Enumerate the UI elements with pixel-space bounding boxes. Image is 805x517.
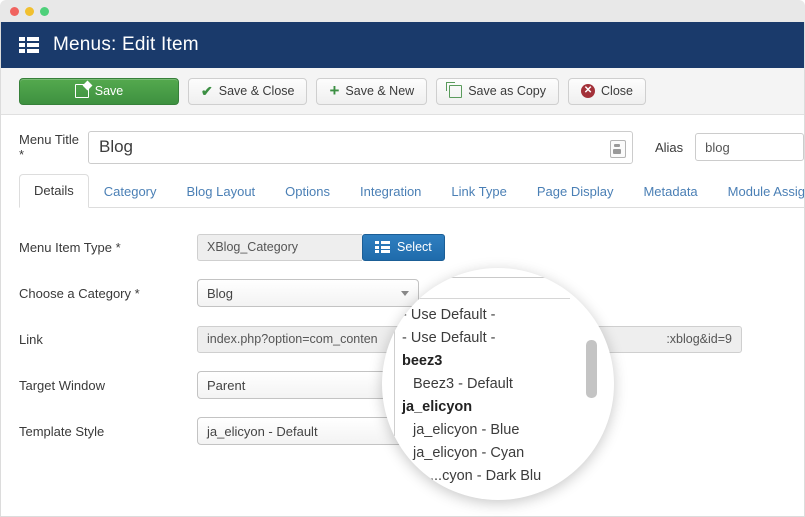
tab-link-type[interactable]: Link Type (436, 175, 521, 208)
toolbar: Save ✔ Save & Close + Save & New Save as… (1, 68, 804, 115)
save-new-button-label: Save & New (345, 84, 415, 98)
tab-bar: Details Category Blog Layout Options Int… (19, 174, 804, 208)
save-close-button[interactable]: ✔ Save & Close (188, 77, 308, 105)
dropdown-option-beez3-default[interactable]: Beez3 - Default (402, 373, 602, 396)
grid-icon (375, 241, 390, 253)
tab-page-display[interactable]: Page Display (522, 175, 629, 208)
save-as-copy-button[interactable]: Save as Copy (436, 77, 560, 105)
tab-category[interactable]: Category (89, 175, 172, 208)
close-circle-icon: ✕ (581, 84, 596, 98)
save-button-label: Save (94, 84, 124, 98)
link-value-left: index.php?option=com_conten (207, 332, 378, 346)
list-grid-icon (19, 37, 39, 53)
page-header: Menus: Edit Item (1, 22, 804, 68)
template-style-value: ja_elicyon - Default (207, 423, 318, 439)
window-close-dot[interactable] (10, 7, 19, 16)
tab-options[interactable]: Options (270, 175, 345, 208)
page-title: Menus: Edit Item (53, 34, 199, 55)
link-value-right: :xblog&id=9 (666, 332, 732, 346)
copy-icon (446, 81, 463, 98)
window-maximize-dot[interactable] (40, 7, 49, 16)
menu-item-type-row: Menu Item Type * XBlog_Category Select (1, 224, 804, 270)
template-style-label: Template Style (19, 423, 105, 439)
choose-category-label: Choose a Category * (19, 285, 140, 301)
save-close-button-label: Save & Close (218, 84, 295, 98)
window-minimize-dot[interactable] (25, 7, 34, 16)
save-button[interactable]: Save (19, 77, 179, 105)
article-icon[interactable] (609, 139, 626, 158)
magnifier-dropdown-left-edge (394, 304, 395, 436)
target-window-value: Parent (207, 377, 246, 393)
select-menu-item-type-button[interactable]: Select (362, 233, 445, 261)
alias-label: Alias (654, 139, 684, 155)
menu-item-type-label: Menu Item Type * (19, 239, 121, 255)
pencil-icon (74, 84, 89, 98)
dropdown-group-ja-elicyon: ja_elicyon (402, 399, 473, 415)
dropdown-option-use-default-1[interactable]: - Use Default - (402, 304, 602, 327)
menu-title-field-wrap: Blog (82, 130, 633, 164)
magnifier-content: - Use Default - - Use Default - beez3 Be… (382, 268, 614, 500)
dropdown-group-beez3: beez3 (402, 353, 443, 369)
magnifier-lens: - Use Default - - Use Default - beez3 Be… (382, 268, 614, 500)
select-button-label: Select (397, 240, 432, 254)
link-label: Link (19, 331, 43, 347)
dropdown-option-ja-elicyon-blue[interactable]: ja_elicyon - Blue (402, 419, 602, 442)
screenshot-root: Menus: Edit Item Save ✔ Save & Close + S… (0, 0, 805, 517)
tab-integration[interactable]: Integration (345, 175, 436, 208)
dropdown-option-ja-elicyon-dark-blue[interactable]: ...cyon - Dark Blu (402, 465, 602, 488)
check-icon: ✔ (201, 82, 213, 99)
menu-title-input[interactable]: Blog (87, 130, 633, 164)
window-titlebar (0, 0, 805, 22)
template-style-dropdown-list: - Use Default - - Use Default - beez3 Be… (402, 304, 602, 488)
menu-title-label: Menu Title * (19, 132, 79, 162)
close-button-label: Close (601, 84, 633, 98)
tab-details[interactable]: Details (19, 174, 89, 208)
plus-icon: + (329, 81, 340, 100)
magnifier-field-edge (410, 277, 570, 278)
menu-title-row: Menu Title * Blog Alias blog (1, 115, 804, 164)
menu-item-type-value: XBlog_Category (197, 233, 362, 261)
alias-input[interactable]: blog (695, 133, 804, 161)
tab-module-assignment[interactable]: Module Assignme (713, 175, 804, 208)
window-controls (10, 7, 49, 16)
save-new-button[interactable]: + Save & New (316, 77, 428, 105)
target-window-label: Target Window (19, 377, 105, 393)
close-button[interactable]: ✕ Close (568, 77, 646, 105)
save-as-copy-button-label: Save as Copy (468, 84, 547, 98)
dropdown-option-use-default-2[interactable]: - Use Default - (402, 327, 602, 350)
tab-blog-layout[interactable]: Blog Layout (172, 175, 271, 208)
dropdown-option-ja-elicyon-cyan[interactable]: ja_elicyon - Cyan (402, 442, 602, 465)
magnifier-dropdown-top-edge (390, 298, 570, 299)
choose-category-value: Blog (207, 285, 234, 301)
tab-metadata[interactable]: Metadata (628, 175, 712, 208)
